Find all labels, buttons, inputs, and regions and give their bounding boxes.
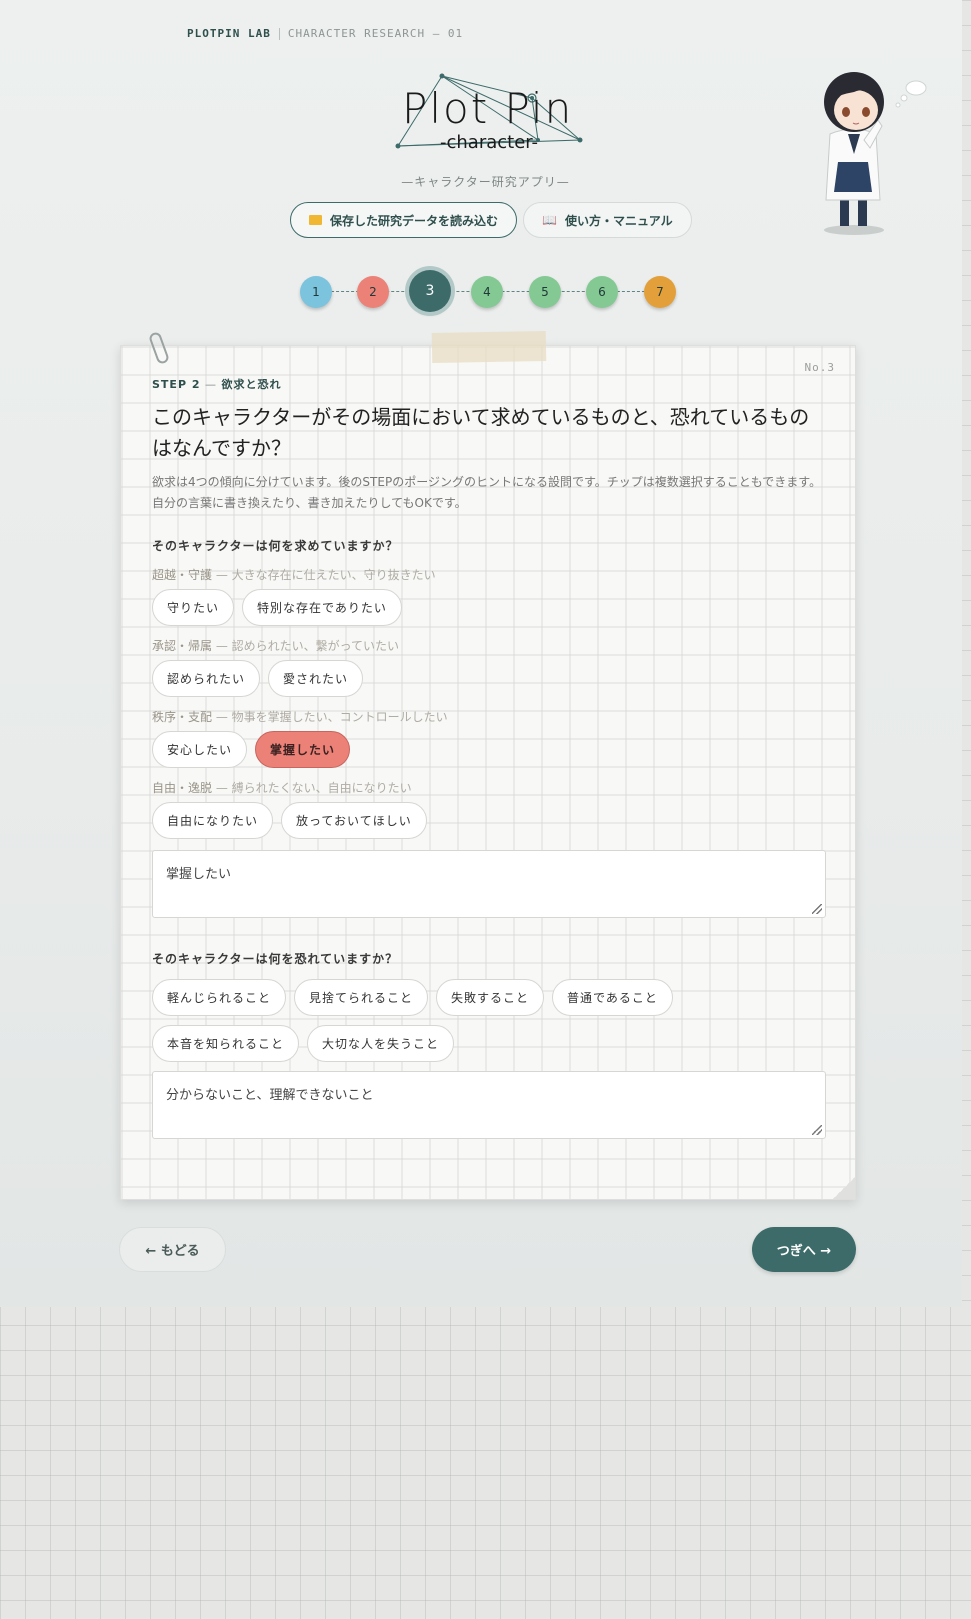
category-label: 秩序・支配 — 物事を掌握したい、コントロールしたい xyxy=(152,708,826,725)
chip-abandoned[interactable]: 見捨てられること xyxy=(294,979,429,1016)
logo-subtitle: -character- xyxy=(440,132,539,153)
chip-group: 守りたい 特別な存在でありたい xyxy=(152,589,826,626)
chip-group: 自由になりたい 放っておいてほしい xyxy=(152,802,826,839)
lab-brand: PLOTPIN LAB xyxy=(187,27,271,40)
step-1[interactable]: 1 xyxy=(300,276,332,308)
wants-text: 掌握したい xyxy=(166,867,232,882)
chip-free[interactable]: 自由になりたい xyxy=(152,802,274,839)
step-4-label: 4 xyxy=(483,285,491,299)
wants-category-1: 超越・守護 — 大きな存在に仕えたい、守り抜きたい 守りたい 特別な存在でありた… xyxy=(152,566,826,626)
chip-protect[interactable]: 守りたい xyxy=(152,589,235,626)
fears-textarea[interactable]: 分からないこと、理解できないこと xyxy=(152,1071,826,1139)
step-indicator: 1 2 3 4 5 6 7 xyxy=(300,270,676,312)
chip-failure[interactable]: 失敗すること xyxy=(436,979,545,1016)
category-name: 超越・守護 xyxy=(152,568,213,582)
chip-group: 認められたい 愛されたい xyxy=(152,660,826,697)
load-data-button[interactable]: 保存した研究データを読み込む xyxy=(290,202,518,238)
wants-category-3: 秩序・支配 — 物事を掌握したい、コントロールしたい 安心したい 掌握したい xyxy=(152,708,826,768)
step-7[interactable]: 7 xyxy=(644,276,676,308)
chip-leave-alone[interactable]: 放っておいてほしい xyxy=(281,802,427,839)
resize-handle-icon[interactable] xyxy=(812,1125,822,1135)
resize-handle-icon[interactable] xyxy=(812,904,822,914)
step-name: 欲求と恐れ xyxy=(221,378,282,391)
load-data-label: 保存した研究データを読み込む xyxy=(330,213,499,228)
character-illustration xyxy=(824,72,927,235)
step-6[interactable]: 6 xyxy=(586,276,618,308)
fears-chip-group: 軽んじられること 見捨てられること 失敗すること 普通であること 本音を知られる… xyxy=(152,979,692,1062)
category-description: — 物事を掌握したい、コントロールしたい xyxy=(212,710,448,724)
step-3-label: 3 xyxy=(425,283,435,299)
tape-decoration xyxy=(431,331,547,363)
card-content: STEP 2 — 欲求と恐れ このキャラクターがその場面において求めているものと… xyxy=(152,376,826,1139)
step-separator: — xyxy=(200,378,222,391)
manual-button[interactable]: 📖 使い方・マニュアル xyxy=(523,202,692,238)
category-label: 承認・帰属 — 認められたい、繋がっていたい xyxy=(152,637,826,654)
wants-textarea[interactable]: 掌握したい xyxy=(152,850,826,918)
chip-recognized[interactable]: 認められたい xyxy=(152,660,261,697)
folder-icon xyxy=(309,215,322,225)
next-button[interactable]: つぎへ → xyxy=(752,1227,856,1272)
chip-secure[interactable]: 安心したい xyxy=(152,731,248,768)
step-4[interactable]: 4 xyxy=(471,276,503,308)
category-name: 承認・帰属 xyxy=(152,639,213,653)
chip-special[interactable]: 特別な存在でありたい xyxy=(242,589,402,626)
category-label: 超越・守護 — 大きな存在に仕えたい、守り抜きたい xyxy=(152,566,826,583)
wants-category-2: 承認・帰属 — 認められたい、繋がっていたい 認められたい 愛されたい xyxy=(152,637,826,697)
page-curl xyxy=(833,1177,855,1199)
step-number: STEP 2 xyxy=(152,378,201,391)
lab-subtitle: CHARACTER RESEARCH — 01 xyxy=(287,27,464,40)
chip-ordinary[interactable]: 普通であること xyxy=(552,979,673,1016)
step-6-label: 6 xyxy=(598,285,606,299)
step-label: STEP 2 — 欲求と恐れ xyxy=(152,376,826,392)
category-description: — 認められたい、繋がっていたい xyxy=(212,639,400,653)
wants-category-4: 自由・逸脱 — 縛られたくない、自由になりたい 自由になりたい 放っておいてほし… xyxy=(152,779,826,839)
lab-header: PLOTPIN LAB CHARACTER RESEARCH — 01 xyxy=(187,27,463,40)
chip-lose-loved-one[interactable]: 大切な人を失うこと xyxy=(307,1025,455,1062)
chip-loved[interactable]: 愛されたい xyxy=(268,660,364,697)
manual-label: 使い方・マニュアル xyxy=(564,213,673,228)
book-icon: 📖 xyxy=(542,213,557,227)
step-2[interactable]: 2 xyxy=(357,276,389,308)
step-1-label: 1 xyxy=(312,285,320,299)
fears-title: そのキャラクターは何を恐れていますか？ xyxy=(152,952,399,966)
header-divider xyxy=(278,27,280,40)
back-button[interactable]: ← もどる xyxy=(119,1227,226,1272)
category-name: 秩序・支配 xyxy=(152,710,213,724)
step-3[interactable]: 3 xyxy=(409,270,451,312)
category-description: — 大きな存在に仕えたい、守り抜きたい xyxy=(212,568,436,582)
top-buttons: 保存した研究データを読み込む 📖 使い方・マニュアル xyxy=(290,202,692,238)
fears-text: 分からないこと、理解できないこと xyxy=(166,1088,374,1103)
step-7-label: 7 xyxy=(656,285,664,299)
step-5-label: 5 xyxy=(541,285,549,299)
chip-control-selected[interactable]: 掌握したい xyxy=(255,731,351,768)
category-label: 自由・逸脱 — 縛られたくない、自由になりたい xyxy=(152,779,826,796)
category-name: 自由・逸脱 xyxy=(152,781,213,795)
step-5[interactable]: 5 xyxy=(529,276,561,308)
chip-true-feelings[interactable]: 本音を知られること xyxy=(152,1025,300,1062)
wants-title: そのキャラクターは何を求めていますか？ xyxy=(152,539,399,553)
question-title: このキャラクターがその場面において求めているものと、恐れているものはなんですか？ xyxy=(152,405,810,460)
question-description: 欲求は4つの傾向に分けています。後のSTEPのポージングのヒントになる設問です。… xyxy=(152,475,822,510)
step-2-label: 2 xyxy=(369,285,377,299)
card-number: No.3 xyxy=(804,361,835,374)
chip-group: 安心したい 掌握したい xyxy=(152,731,826,768)
question-card: No.3 STEP 2 — 欲求と恐れ このキャラクターがその場面において求めて… xyxy=(120,330,856,1200)
chip-belittled[interactable]: 軽んじられること xyxy=(152,979,287,1016)
category-description: — 縛られたくない、自由になりたい xyxy=(212,781,412,795)
logo-title: Plot Pin xyxy=(402,84,574,133)
